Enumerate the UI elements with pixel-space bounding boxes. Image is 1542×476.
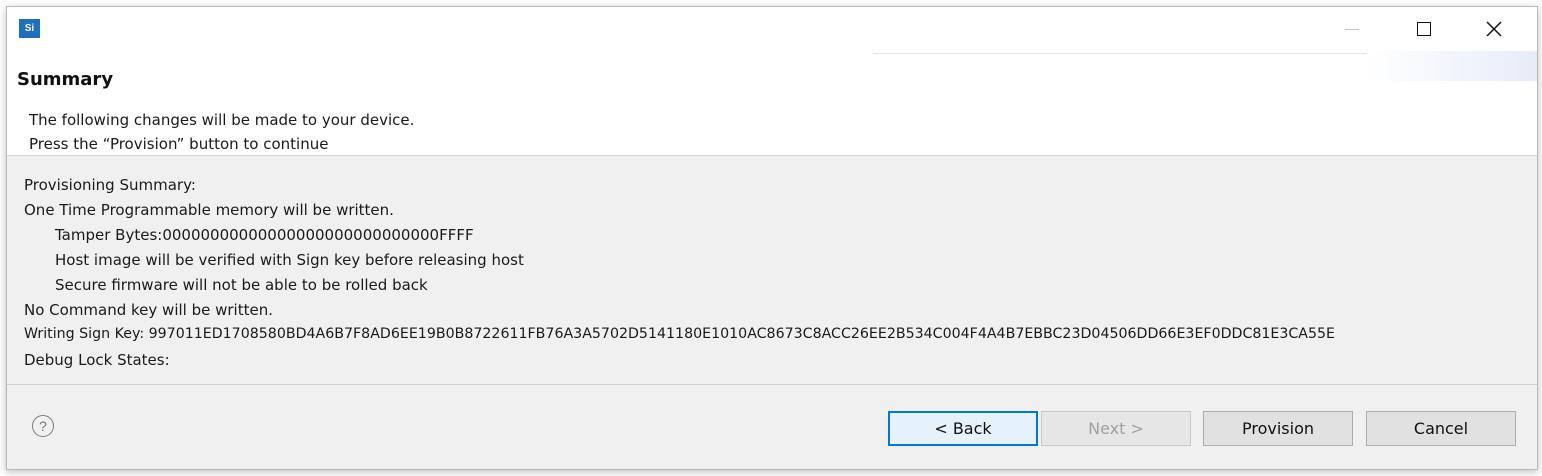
provision-button[interactable]: Provision bbox=[1203, 411, 1353, 446]
summary-line: Debug Lock States: bbox=[24, 351, 170, 369]
title-bar: Si bbox=[7, 7, 1537, 51]
close-button[interactable] bbox=[1459, 7, 1529, 51]
summary-line: No Command key will be written. bbox=[24, 301, 273, 319]
maximize-button[interactable] bbox=[1389, 7, 1459, 51]
help-icon[interactable]: ? bbox=[32, 415, 54, 437]
summary-line: One Time Programmable memory will be wri… bbox=[24, 201, 394, 219]
sign-key-line: Writing Sign Key: 997011ED1708580BD4A6B7… bbox=[24, 326, 1336, 342]
provisioning-wizard-window: Si Summary The following changes will be… bbox=[6, 6, 1538, 470]
summary-line: Secure firmware will not be able to be r… bbox=[55, 276, 428, 294]
maximize-icon bbox=[1417, 22, 1431, 36]
page-title: Summary bbox=[17, 69, 114, 90]
next-button[interactable]: Next > bbox=[1041, 411, 1191, 446]
summary-line: Host image will be verified with Sign ke… bbox=[55, 251, 524, 269]
close-icon bbox=[1486, 21, 1502, 37]
summary-line: Tamper Bytes:000000000000000000000000000… bbox=[55, 226, 474, 244]
minimize-button[interactable] bbox=[1317, 7, 1387, 51]
back-button[interactable]: < Back bbox=[888, 411, 1038, 446]
app-icon: Si bbox=[19, 19, 40, 38]
header-banner-image bbox=[1367, 51, 1537, 81]
minimize-icon bbox=[1345, 28, 1359, 30]
summary-content: Provisioning Summary: One Time Programma… bbox=[7, 156, 1537, 385]
description-line: Press the “Provision” button to continue bbox=[29, 135, 329, 153]
summary-heading: Provisioning Summary: bbox=[24, 176, 196, 194]
description-line: The following changes will be made to yo… bbox=[29, 111, 415, 129]
cancel-button[interactable]: Cancel bbox=[1366, 411, 1516, 446]
wizard-header: Summary The following changes will be ma… bbox=[7, 51, 1537, 156]
